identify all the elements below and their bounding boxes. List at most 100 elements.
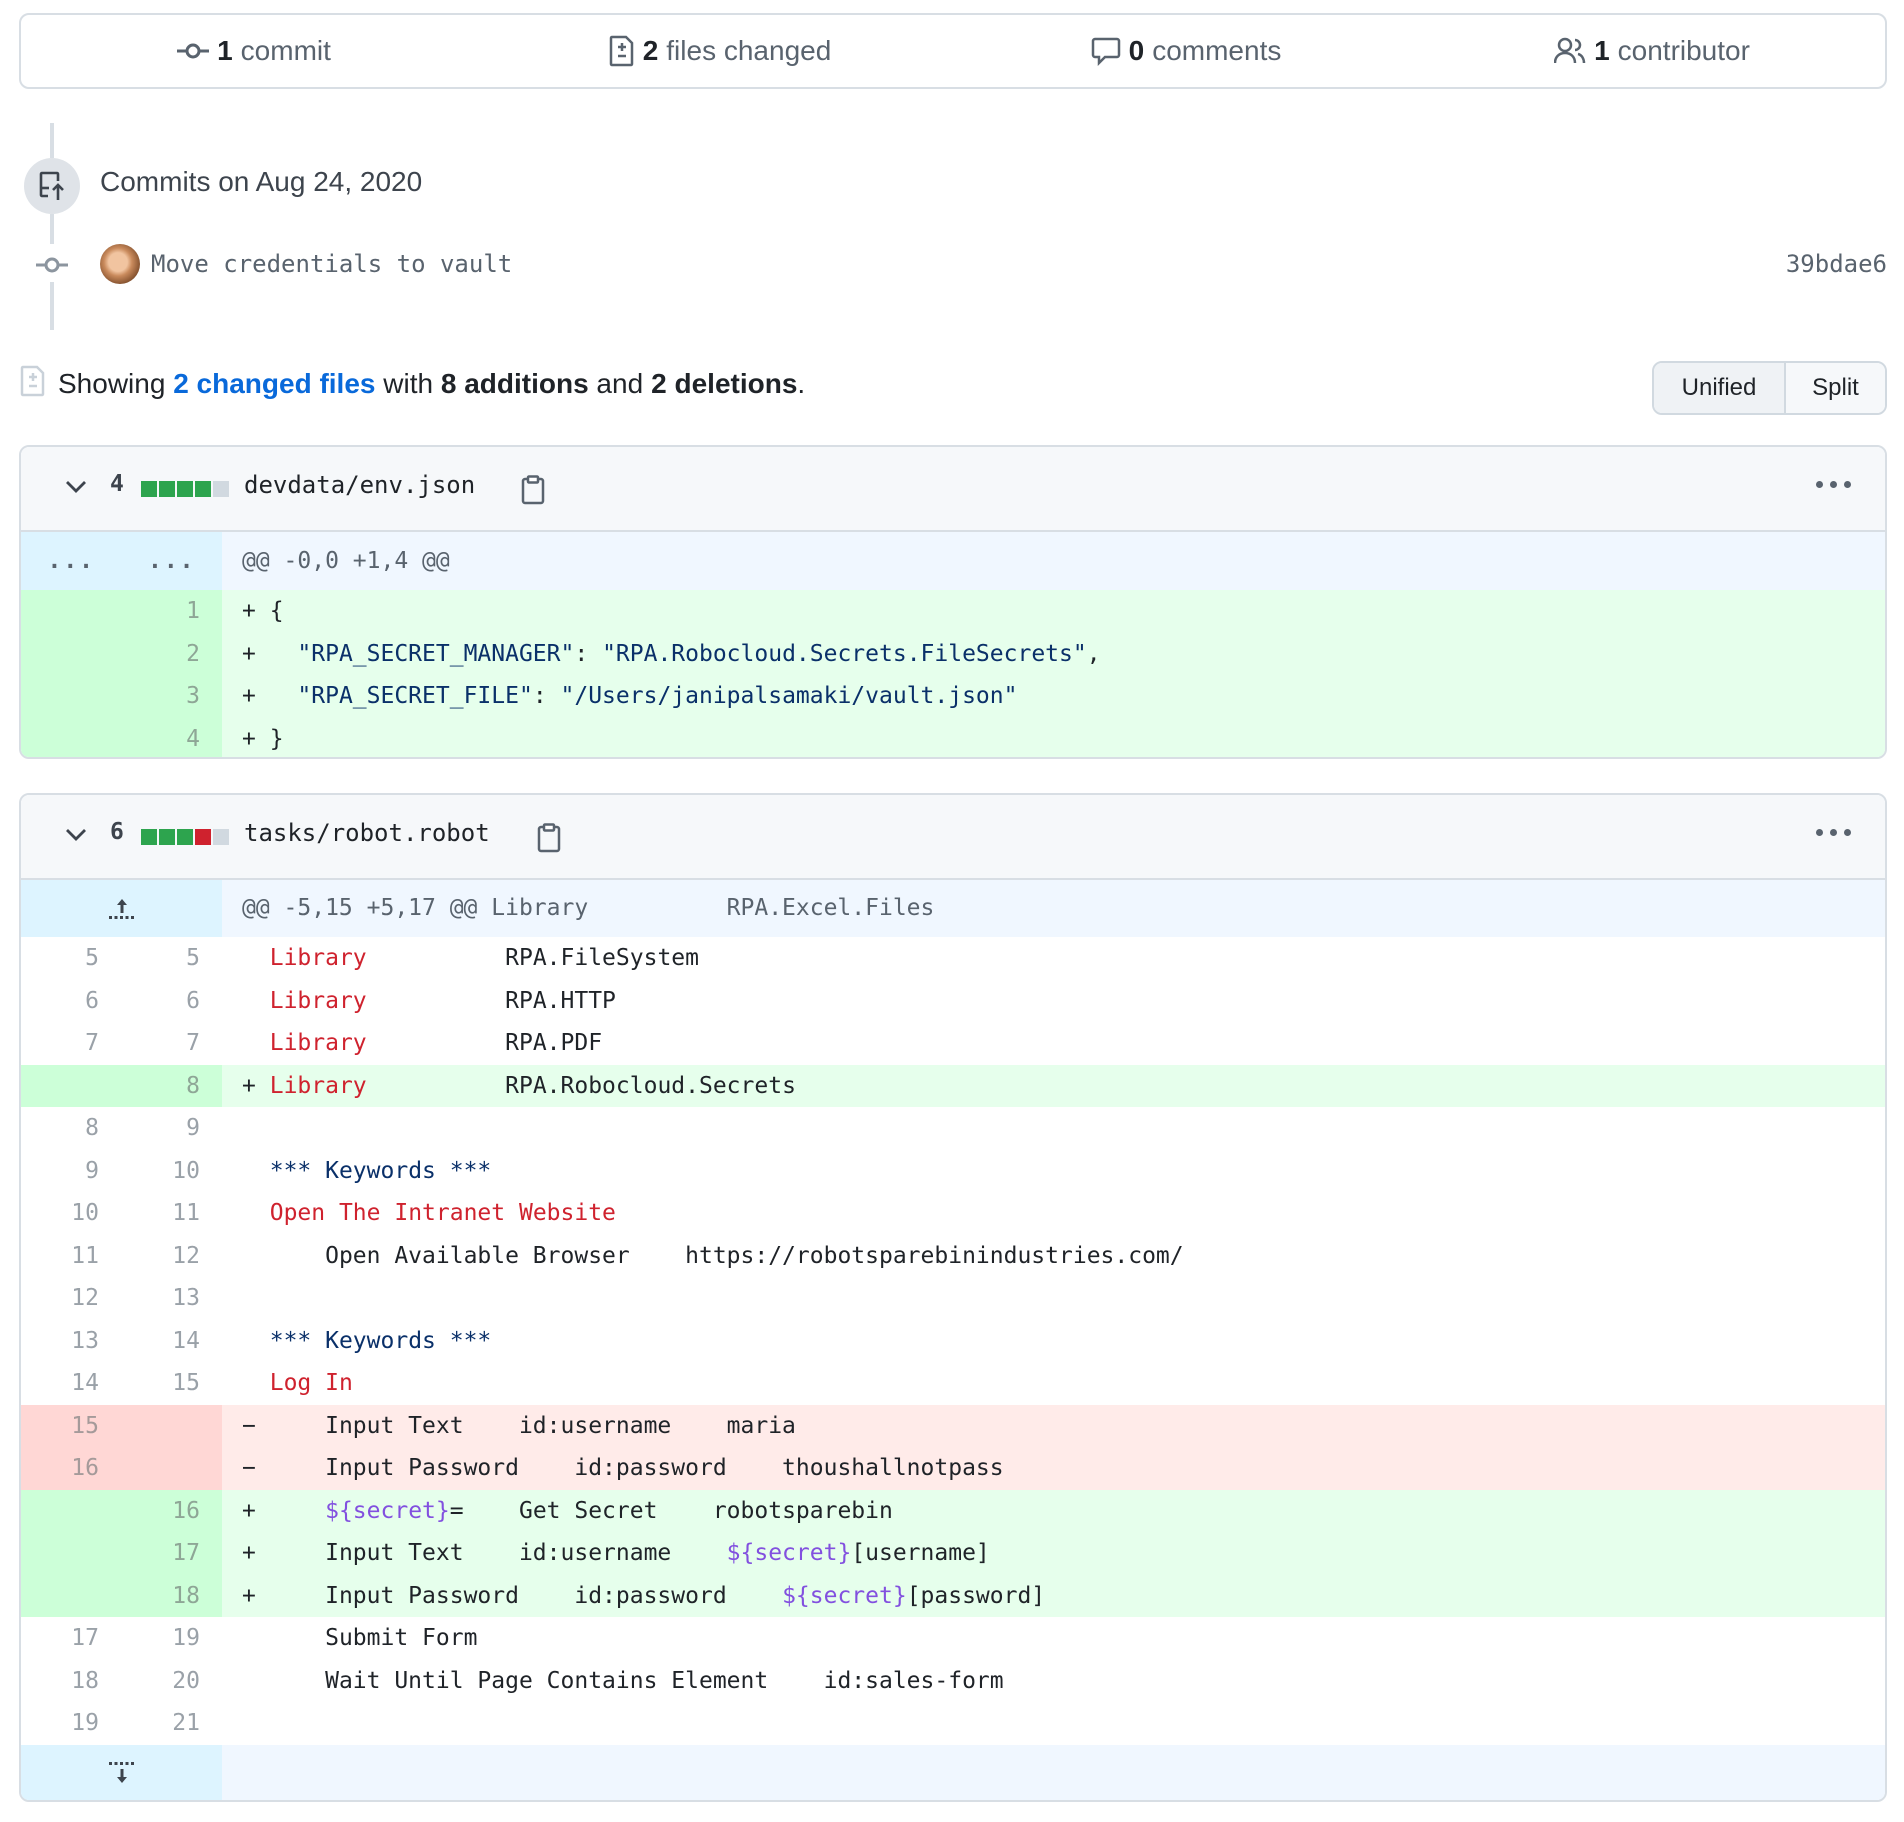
expand-down-button[interactable] xyxy=(21,1744,222,1800)
new-line-number[interactable]: 4 xyxy=(121,717,222,757)
expand-gutter[interactable]: ... ... xyxy=(21,532,222,590)
new-line-number[interactable]: 13 xyxy=(121,1277,222,1320)
old-line-number[interactable]: 14 xyxy=(21,1362,121,1405)
new-line-number[interactable]: 7 xyxy=(121,1022,222,1065)
old-line-number[interactable] xyxy=(21,675,121,718)
diff-summary-and: and xyxy=(596,368,644,399)
file-name[interactable]: tasks/robot.robot xyxy=(244,819,490,847)
diff-summary-with: with xyxy=(383,368,434,399)
comments-tab[interactable]: 0 comments xyxy=(953,35,1419,67)
file-header: 4 devdata/env.json xyxy=(21,447,1885,532)
kebab-horizontal-icon[interactable] xyxy=(1816,829,1851,836)
line-code: + Input Password id:password ${secret}[p… xyxy=(222,1574,1885,1617)
new-line-number[interactable]: 6 xyxy=(121,980,222,1023)
commit-message-link[interactable]: Move credentials to vault xyxy=(151,250,512,278)
diffstat-square-add xyxy=(159,481,175,497)
new-line-number[interactable]: 19 xyxy=(121,1617,222,1660)
new-line-number[interactable]: 15 xyxy=(121,1362,222,1405)
new-line-number[interactable]: 11 xyxy=(121,1192,222,1235)
old-line-number[interactable]: 12 xyxy=(21,1277,121,1320)
old-line-number[interactable]: 10 xyxy=(21,1192,121,1235)
old-line-number[interactable] xyxy=(21,590,121,633)
contributors-tab[interactable]: 1 contributor xyxy=(1419,35,1885,67)
line-code: + { xyxy=(222,590,1885,633)
changed-files-link[interactable]: 2 changed files xyxy=(173,368,375,399)
new-line-number[interactable]: 2 xyxy=(121,632,222,675)
ellipsis-new[interactable]: ... xyxy=(148,532,196,590)
old-line-number[interactable] xyxy=(21,717,121,757)
old-line-number[interactable]: 7 xyxy=(21,1022,121,1065)
contributors-count: 1 xyxy=(1594,35,1610,66)
diff-line-ctx: 10 11 Open The Intranet Website xyxy=(21,1192,1885,1235)
expand-down-spacer xyxy=(222,1744,1885,1800)
commit-sha-link[interactable]: 39bdae6 xyxy=(1786,250,1887,278)
new-line-number[interactable]: 1 xyxy=(121,590,222,633)
new-line-number[interactable]: 5 xyxy=(121,937,222,980)
old-line-number[interactable]: 6 xyxy=(21,980,121,1023)
new-line-number[interactable]: 14 xyxy=(121,1320,222,1363)
diff-line-ctx: 89 xyxy=(21,1107,1885,1150)
fold-down-icon xyxy=(108,1762,134,1783)
old-line-number[interactable] xyxy=(21,1532,121,1575)
line-code: + Library RPA.Robocloud.Secrets xyxy=(222,1064,1885,1107)
new-line-number[interactable] xyxy=(121,1447,222,1490)
old-line-number[interactable]: 15 xyxy=(21,1404,121,1447)
line-prefix xyxy=(242,1625,256,1651)
new-line-number[interactable]: 20 xyxy=(121,1660,222,1703)
new-line-number[interactable]: 10 xyxy=(121,1150,222,1193)
new-line-number[interactable]: 21 xyxy=(121,1702,222,1745)
git-commit-icon xyxy=(36,255,68,280)
old-line-number[interactable]: 19 xyxy=(21,1702,121,1745)
hunk-header-row: @@ -5,15 +5,17 @@ Library RPA.Excel.File… xyxy=(21,880,1885,937)
old-line-number[interactable] xyxy=(21,1489,121,1532)
new-line-number[interactable]: 12 xyxy=(121,1235,222,1278)
old-line-number[interactable]: 17 xyxy=(21,1617,121,1660)
old-line-number[interactable]: 5 xyxy=(21,937,121,980)
diff-summary-period: . xyxy=(797,368,806,399)
diff-view-toggle: Unified Split xyxy=(1652,361,1887,415)
new-line-number[interactable] xyxy=(121,1404,222,1447)
old-line-number[interactable] xyxy=(21,1064,121,1107)
new-line-number[interactable]: 18 xyxy=(121,1574,222,1617)
line-prefix: + xyxy=(242,1540,256,1566)
comments-count: 0 xyxy=(1128,35,1145,66)
chevron-down-icon[interactable] xyxy=(65,480,87,494)
file-diff: 4 devdata/env.json ... ... @@ -0,0 +1,4 … xyxy=(19,445,1887,759)
timeline-line xyxy=(50,123,54,158)
chevron-down-icon[interactable] xyxy=(65,828,87,842)
kebab-horizontal-icon[interactable] xyxy=(1816,481,1851,488)
old-line-number[interactable]: 13 xyxy=(21,1320,121,1363)
diffstat-square-add xyxy=(141,829,157,845)
files-count: 2 xyxy=(642,35,659,66)
diff-line-add: 1 + { xyxy=(21,590,1885,633)
old-line-number[interactable]: 9 xyxy=(21,1150,121,1193)
ellipsis-old[interactable]: ... xyxy=(47,532,95,590)
new-line-number[interactable]: 8 xyxy=(121,1064,222,1107)
old-line-number[interactable]: 16 xyxy=(21,1447,121,1490)
new-line-number[interactable]: 17 xyxy=(121,1532,222,1575)
files-changed-tab[interactable]: 2 files changed xyxy=(487,35,953,67)
new-line-number[interactable]: 3 xyxy=(121,675,222,718)
file-name[interactable]: devdata/env.json xyxy=(244,471,475,499)
line-code: Library RPA.PDF xyxy=(222,1022,1885,1065)
copy-icon[interactable] xyxy=(537,823,561,853)
old-line-number[interactable]: 8 xyxy=(21,1107,121,1150)
line-code: Open Available Browser https://robotspar… xyxy=(222,1235,1885,1278)
old-line-number[interactable]: 18 xyxy=(21,1660,121,1703)
old-line-number[interactable] xyxy=(21,1574,121,1617)
line-code: Submit Form xyxy=(222,1617,1885,1660)
unified-view-button[interactable]: Unified xyxy=(1654,363,1786,413)
user-avatar[interactable] xyxy=(100,244,140,284)
deletions-count: 2 deletions xyxy=(651,368,798,399)
split-view-button[interactable]: Split xyxy=(1786,363,1885,413)
line-prefix xyxy=(242,988,256,1014)
old-line-number[interactable] xyxy=(21,632,121,675)
expand-up-button[interactable] xyxy=(21,880,222,937)
copy-icon[interactable] xyxy=(521,475,545,505)
new-line-number[interactable]: 9 xyxy=(121,1107,222,1150)
diff-line-ctx: 14 15 Log In xyxy=(21,1362,1885,1405)
commits-tab[interactable]: 1 commit xyxy=(21,35,487,67)
old-line-number[interactable]: 11 xyxy=(21,1235,121,1278)
line-prefix xyxy=(242,1030,256,1056)
new-line-number[interactable]: 16 xyxy=(121,1489,222,1532)
